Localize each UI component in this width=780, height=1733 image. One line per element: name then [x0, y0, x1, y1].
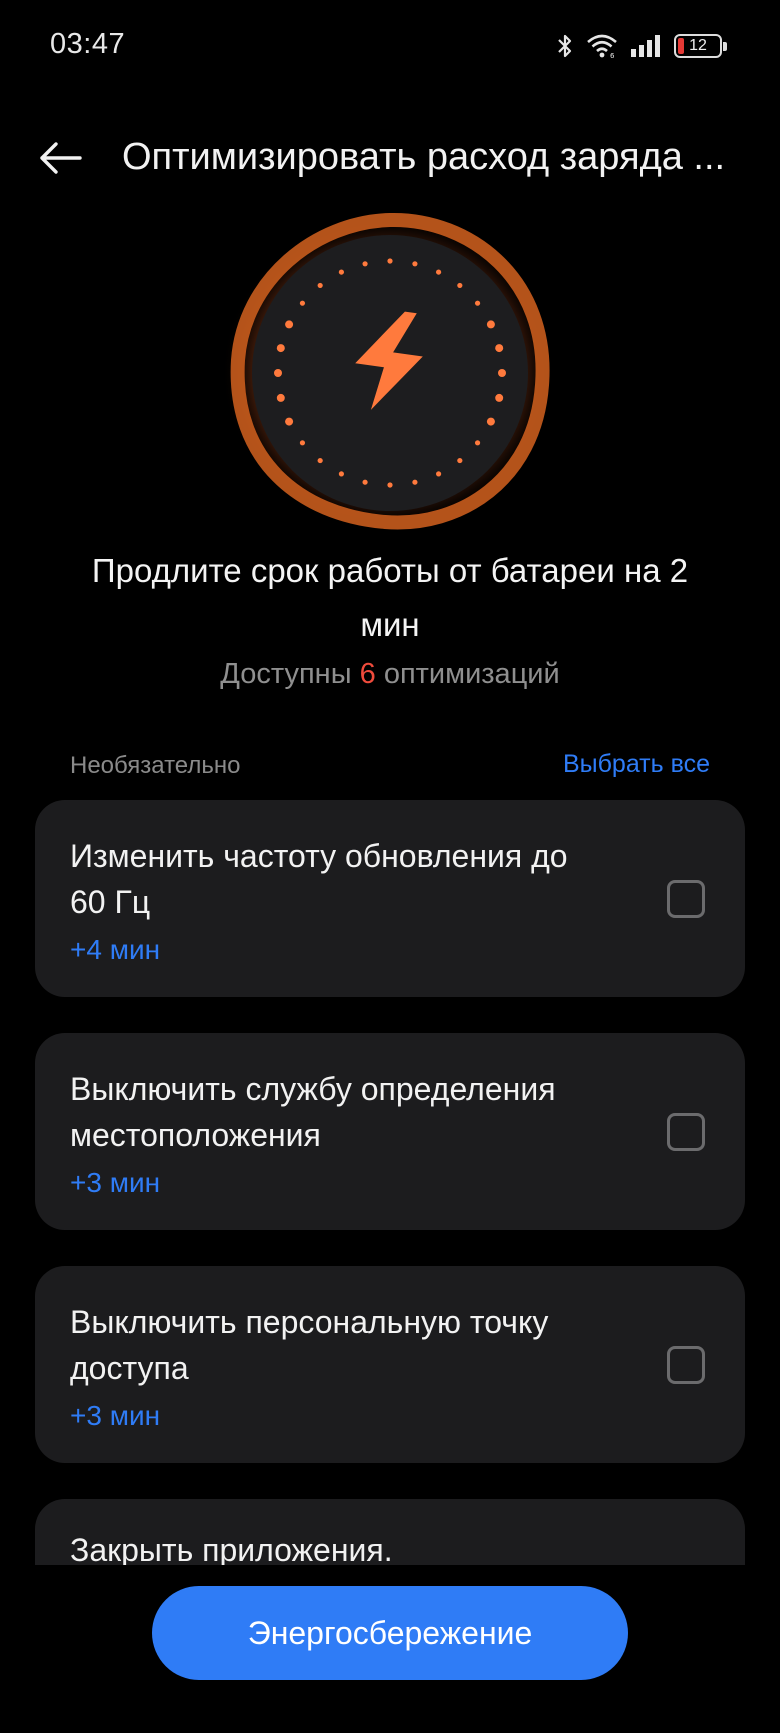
dial-dot [435, 269, 442, 275]
signal-icon [630, 34, 662, 58]
optimization-list: Изменить частоту обновления до 60 Гц +4 … [35, 800, 745, 1565]
available-optimizations: Доступны 6 оптимизаций [0, 658, 780, 691]
battery-hero-graphic [0, 210, 780, 540]
optimization-title: Выключить службу определения местоположе… [70, 1071, 556, 1153]
dial-dot [274, 369, 282, 377]
select-all-button[interactable]: Выбрать все [563, 750, 710, 779]
dial-dot [285, 320, 294, 329]
dial-dot [474, 440, 481, 446]
dial-dot [299, 300, 306, 306]
optimization-card-close-apps[interactable]: Закрыть приложения. [35, 1499, 745, 1565]
optimization-card-refresh-rate[interactable]: Изменить частоту обновления до 60 Гц +4 … [35, 800, 745, 997]
status-icons: 6 12 [556, 30, 727, 62]
dial-dot [276, 344, 285, 353]
optimization-checkbox[interactable] [667, 1346, 705, 1384]
dial-dot [498, 369, 506, 377]
dial-dot [486, 320, 495, 329]
status-time: 03:47 [50, 28, 126, 60]
page-title: Оптимизировать расход заряда ... [122, 136, 726, 178]
optional-section-header: Необязательно Выбрать все [70, 750, 710, 788]
optimization-checkbox[interactable] [667, 1113, 705, 1151]
dial-dot [486, 417, 495, 426]
dial-dot [495, 393, 504, 402]
dial-dot [412, 479, 418, 485]
dial-dot [387, 258, 393, 264]
section-label: Необязательно [70, 752, 241, 779]
dial-dot [338, 269, 345, 275]
dial-dot [435, 471, 442, 477]
dial-dot [495, 344, 504, 353]
optimization-gain: +3 мин [70, 1167, 161, 1198]
dial-dot [457, 282, 463, 289]
dial-dot [474, 300, 481, 306]
optimization-gain: +4 мин [70, 934, 161, 965]
dial-dot [276, 393, 285, 402]
battery-icon: 12 [674, 34, 727, 58]
bluetooth-icon [556, 32, 574, 60]
app-header: Оптимизировать расход заряда ... [0, 120, 780, 196]
available-suffix: оптимизаций [383, 658, 560, 690]
wifi-icon: 6 [586, 33, 618, 59]
status-bar: 03:47 6 12 [0, 0, 780, 92]
dial-dot [362, 479, 368, 485]
optimization-card-location[interactable]: Выключить службу определения местоположе… [35, 1033, 745, 1230]
dial-dot [317, 282, 323, 289]
dial-dot [362, 261, 368, 267]
dial-dot [338, 471, 345, 477]
optimization-card-hotspot[interactable]: Выключить персональную точку доступа +3 … [35, 1266, 745, 1463]
dial-dot [299, 440, 306, 446]
back-button[interactable] [32, 130, 88, 186]
arrow-left-icon [40, 142, 82, 174]
optimization-title: Закрыть приложения. [70, 1532, 393, 1565]
svg-text:6: 6 [610, 52, 615, 59]
dial-dot [412, 261, 418, 267]
optimization-title: Изменить частоту обновления до 60 Гц [70, 838, 568, 920]
available-count: 6 [359, 658, 376, 690]
dial-dot [317, 457, 323, 464]
optimization-title: Выключить персональную точку доступа [70, 1304, 549, 1386]
available-prefix: Доступны [220, 658, 352, 690]
power-saving-button[interactable]: Энергосбережение [152, 1586, 628, 1680]
dial-dot [457, 457, 463, 464]
battery-level-text: 12 [689, 37, 707, 54]
dial-dot [387, 482, 393, 488]
power-saving-button-label: Энергосбережение [247, 1614, 533, 1651]
battery-extension-headline: Продлите срок работы от батареи на 2 мин [91, 552, 689, 643]
optimization-gain: +3 мин [70, 1400, 161, 1431]
dial-dot [285, 417, 294, 426]
optimization-checkbox[interactable] [667, 880, 705, 918]
